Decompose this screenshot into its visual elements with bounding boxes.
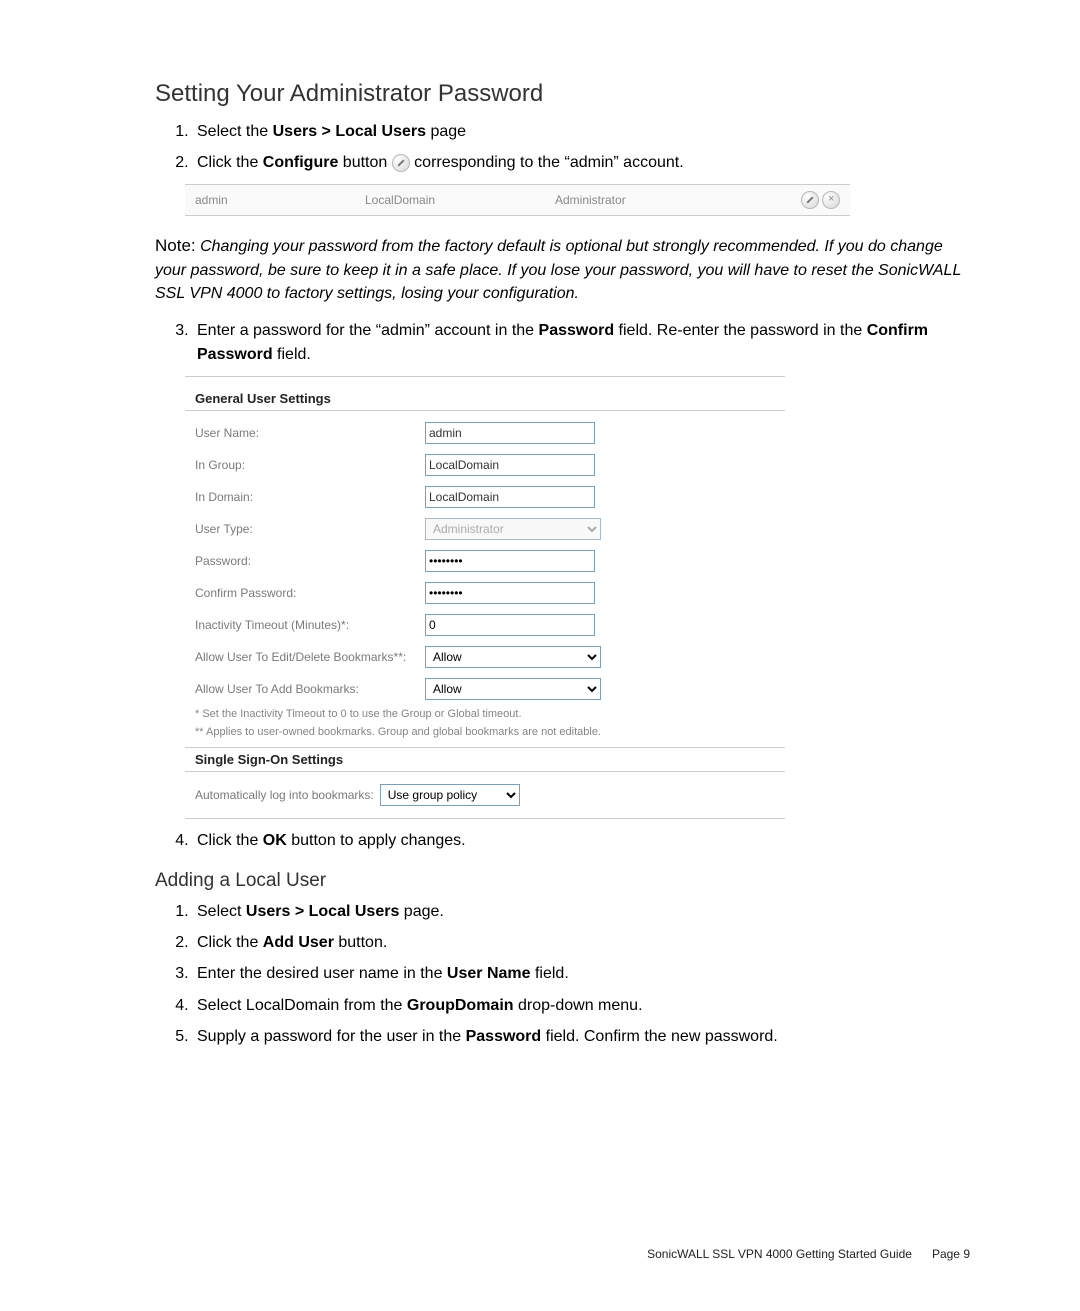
section-heading-add-local-user: Adding a Local User [155,870,970,892]
steps-admin-password-4: Click the OK button to apply changes. [155,829,970,852]
footer-page-number: Page 9 [932,1247,970,1261]
inactivity-timeout-field[interactable] [425,614,595,636]
label-password: Password: [195,554,425,568]
note-paragraph: Note: Changing your password from the fa… [155,234,970,305]
label-in-group: In Group: [195,458,425,472]
add-step-3: Enter the desired user name in the User … [193,962,970,985]
label-add-bookmarks: Allow User To Add Bookmarks: [195,682,425,696]
step-3: Enter a password for the “admin” account… [193,319,970,365]
pencil-icon [392,154,410,172]
password-field[interactable] [425,550,595,572]
delete-icon[interactable] [822,191,840,209]
note-text: Changing your password from the factory … [155,238,961,302]
user-table-row: admin LocalDomain Administrator [185,184,850,216]
cell-role: Administrator [555,193,790,207]
steps-add-local-user: Select Users > Local Users page. Click t… [155,900,970,1048]
page-footer: SonicWALL SSL VPN 4000 Getting Started G… [647,1247,970,1261]
label-inactivity-timeout: Inactivity Timeout (Minutes)*: [195,618,425,632]
label-user-type: User Type: [195,522,425,536]
step-1: Select the Users > Local Users page [193,120,970,143]
label-user-name: User Name: [195,426,425,440]
cell-username: admin [195,193,365,207]
label-edit-bookmarks: Allow User To Edit/Delete Bookmarks**: [195,650,425,664]
user-name-field[interactable] [425,422,595,444]
add-step-5: Supply a password for the user in the Pa… [193,1025,970,1048]
steps-admin-password-3: Enter a password for the “admin” account… [155,319,970,365]
footer-title: SonicWALL SSL VPN 4000 Getting Started G… [647,1247,912,1261]
configure-icon[interactable] [801,191,819,209]
label-confirm-password: Confirm Password: [195,586,425,600]
section-heading-admin-password: Setting Your Administrator Password [155,80,970,108]
footnote-1: * Set the Inactivity Timeout to 0 to use… [185,705,785,723]
general-user-settings-title: General User Settings [185,387,785,411]
step-4: Click the OK button to apply changes. [193,829,970,852]
add-step-1: Select Users > Local Users page. [193,900,970,923]
in-group-field[interactable] [425,454,595,476]
label-in-domain: In Domain: [195,490,425,504]
sso-settings-title: Single Sign-On Settings [185,747,785,772]
step-2: Click the Configure button corresponding… [193,151,970,174]
general-user-settings-panel: General User Settings User Name: In Grou… [185,376,785,819]
edit-bookmarks-select[interactable]: Allow [425,646,601,668]
user-type-select: Administrator [425,518,601,540]
confirm-password-field[interactable] [425,582,595,604]
label-sso-auto-login: Automatically log into bookmarks: [195,788,374,802]
add-step-2: Click the Add User button. [193,931,970,954]
in-domain-field[interactable] [425,486,595,508]
steps-admin-password-1-2: Select the Users > Local Users page Clic… [155,120,970,174]
footnote-2: ** Applies to user-owned bookmarks. Grou… [185,723,785,741]
sso-policy-select[interactable]: Use group policy [380,784,520,806]
cell-domain: LocalDomain [365,193,555,207]
note-label: Note: [155,236,196,255]
add-step-4: Select LocalDomain from the GroupDomain … [193,994,970,1017]
add-bookmarks-select[interactable]: Allow [425,678,601,700]
